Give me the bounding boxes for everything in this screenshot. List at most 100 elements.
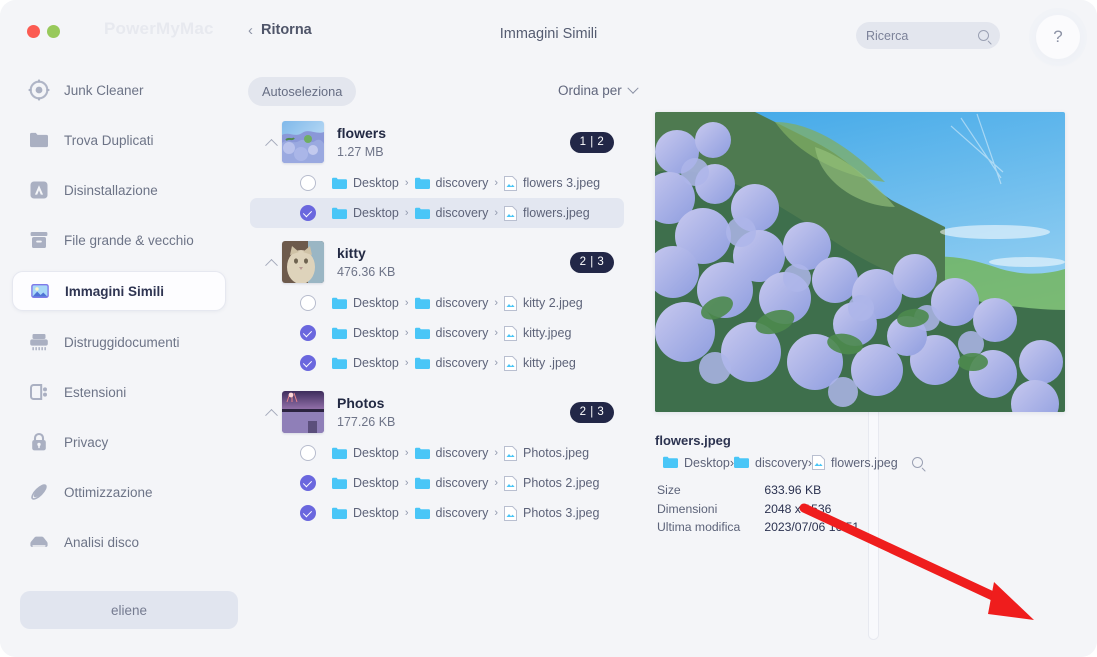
reveal-in-finder-icon[interactable] (911, 457, 923, 468)
folder-icon (414, 357, 430, 369)
chevron-down-icon (627, 82, 639, 94)
sidebar-item-label: Analisi disco (64, 534, 140, 550)
detail-row: Dimensioni 2048 x 1536 (657, 501, 859, 518)
shredder-icon (30, 334, 48, 351)
collapse-icon[interactable] (260, 258, 282, 272)
detail-info-table: Size 633.96 KB Dimensioni 2048 x 1536 Ul… (655, 480, 861, 538)
image-preview (655, 112, 1065, 412)
autoselect-button[interactable]: Autoseleziona (248, 77, 357, 106)
detail-label: Size (657, 483, 681, 497)
file-row[interactable]: Desktop › discovery › flowers.jpeg (250, 198, 624, 228)
breadcrumb-separator: › (494, 507, 498, 519)
image-file-icon (504, 445, 517, 461)
detail-value: 2023/07/06 16:51 (764, 520, 860, 534)
sidebar: Junk Cleaner Trova Duplicati Disinstalla… (0, 70, 238, 657)
file-row[interactable]: Desktop › discovery › Photos 3.jpeg (250, 498, 624, 528)
breadcrumb-folder: Desktop (353, 176, 399, 190)
sidebar-item-trova-duplicati[interactable]: Trova Duplicati (12, 120, 226, 160)
sidebar-item-distruggidocumenti[interactable]: Distruggidocumenti (12, 322, 226, 362)
file-checkbox[interactable] (300, 355, 316, 371)
group-header[interactable]: kitty 476.36 KB 2 | 3 (246, 236, 628, 288)
sidebar-item-file-grande-vecchio[interactable]: File grande & vecchio (12, 220, 226, 260)
folder-icon (414, 297, 430, 309)
image-file-icon (812, 455, 825, 470)
breadcrumb-separator: › (404, 507, 409, 519)
folder-icon (332, 177, 347, 189)
sidebar-item-label: File grande & vecchio (64, 232, 194, 248)
search-box[interactable] (856, 22, 1000, 49)
sidebar-item-ottimizzazione[interactable]: Ottimizzazione (12, 472, 226, 512)
folder-icon (30, 132, 48, 148)
collapse-icon[interactable] (260, 408, 282, 422)
help-button[interactable]: ? (1036, 15, 1080, 59)
group-size: 1.27 MB (337, 144, 384, 159)
rocket-icon (31, 484, 47, 500)
breadcrumb-separator: › (494, 357, 498, 369)
breadcrumb-folder: Desktop (353, 476, 399, 490)
search-input[interactable] (866, 28, 978, 43)
search-icon (978, 30, 989, 41)
sidebar-item-analisi-disco[interactable]: Analisi disco (12, 522, 226, 562)
breadcrumb-folder: Desktop (353, 326, 399, 340)
sidebar-item-disinstallazione[interactable]: Disinstallazione (12, 170, 226, 210)
file-checkbox[interactable] (300, 295, 316, 311)
file-checkbox[interactable] (300, 475, 316, 491)
image-file-icon (504, 325, 517, 341)
sidebar-item-estensioni[interactable]: Estensioni (12, 372, 226, 412)
file-checkbox[interactable] (300, 325, 316, 341)
breadcrumb-separator: › (494, 447, 498, 459)
group-header[interactable]: Photos 177.26 KB 2 | 3 (246, 386, 628, 438)
file-path-breadcrumb: Desktop › discovery › flowers 3.jpeg (332, 175, 600, 191)
file-row[interactable]: Desktop › discovery › kitty .jpeg (250, 348, 624, 378)
breadcrumb-folder: discovery (435, 356, 489, 370)
group-count-badge: 1 | 2 (570, 131, 614, 153)
detail-label: Dimensioni (657, 501, 718, 516)
help-button-label: ? (1053, 27, 1063, 46)
file-name: Photos 2.jpeg (523, 476, 600, 490)
folder-icon (414, 477, 430, 489)
file-name: Photos.jpeg (523, 446, 590, 460)
file-path-breadcrumb: Desktop › discovery › kitty .jpeg (332, 355, 576, 371)
breadcrumb-folder: Desktop (353, 206, 399, 220)
breadcrumb-folder: discovery (435, 326, 489, 340)
file-checkbox[interactable] (300, 205, 316, 221)
folder-icon (414, 447, 430, 459)
sort-by-dropdown[interactable]: Ordina per (558, 82, 639, 98)
file-checkbox[interactable] (300, 445, 316, 461)
sidebar-item-label: Junk Cleaner (64, 82, 144, 98)
disk-icon (30, 536, 48, 547)
file-row[interactable]: Desktop › discovery › kitty.jpeg (250, 318, 624, 348)
file-checkbox[interactable] (300, 175, 316, 191)
sidebar-item-privacy[interactable]: Privacy (12, 422, 226, 462)
image-file-icon (504, 355, 517, 371)
photo-icon (31, 284, 49, 298)
folder-icon (414, 327, 430, 339)
file-path-breadcrumb: Desktop › discovery › Photos 3.jpeg (332, 505, 599, 521)
file-checkbox[interactable] (300, 505, 316, 521)
lock-icon (32, 432, 46, 451)
sidebar-item-label: Estensioni (64, 384, 127, 400)
collapse-icon[interactable] (260, 138, 282, 152)
content-area: Autoseleziona Ordina per flowers 1.27 MB… (238, 70, 1097, 657)
sidebar-item-junk-cleaner[interactable]: Junk Cleaner (12, 70, 226, 110)
breadcrumb-separator: › (494, 177, 498, 189)
sidebar-item-immagini-simili[interactable]: Immagini Simili (12, 271, 226, 311)
breadcrumb-folder: discovery (435, 296, 489, 310)
image-file-icon (504, 175, 517, 191)
sidebar-item-label: Distruggidocumenti (64, 334, 180, 350)
group-thumbnail (282, 121, 324, 163)
sidebar-action-button[interactable]: eliene (20, 591, 238, 629)
folder-icon (332, 447, 347, 459)
group-header[interactable]: flowers 1.27 MB 1 | 2 (246, 116, 628, 168)
breadcrumb-folder: discovery (435, 506, 489, 520)
file-row[interactable]: Desktop › discovery › Photos.jpeg (250, 438, 624, 468)
group-photos: Photos 177.26 KB 2 | 3 Desktop › discove… (246, 386, 628, 528)
folder-icon (734, 456, 750, 468)
file-row[interactable]: Desktop › discovery › flowers 3.jpeg (250, 168, 624, 198)
file-name: kitty.jpeg (523, 326, 572, 340)
file-row[interactable]: Desktop › discovery › Photos 2.jpeg (250, 468, 624, 498)
file-row[interactable]: Desktop › discovery › kitty 2.jpeg (250, 288, 624, 318)
group-size: 476.36 KB (337, 264, 396, 279)
breadcrumb-folder: discovery (435, 176, 489, 190)
duplicate-groups-list: flowers 1.27 MB 1 | 2 Desktop › discover… (246, 116, 628, 636)
